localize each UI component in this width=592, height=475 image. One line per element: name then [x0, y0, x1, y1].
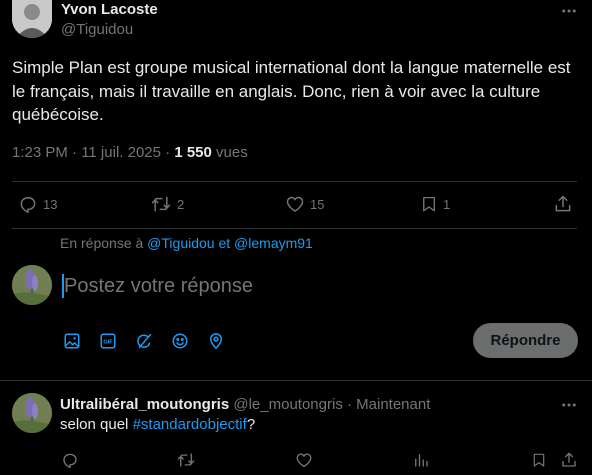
bookmark-icon[interactable] [529, 450, 549, 470]
reply-author-avatar[interactable] [12, 393, 52, 433]
share-icon[interactable] [559, 450, 579, 470]
tweet-text: Simple Plan est groupe musical internati… [12, 58, 571, 124]
more-options-icon[interactable] [556, 0, 582, 22]
reply-count: 13 [43, 196, 58, 212]
reply-text-prefix: selon quel [60, 416, 133, 433]
reply-author-handle[interactable]: @le_moutongris [229, 396, 342, 413]
gif-icon[interactable]: GIF [98, 331, 118, 351]
reply-bubble-icon [18, 194, 38, 214]
share-action[interactable] [553, 194, 573, 214]
location-pin-icon[interactable] [206, 331, 226, 351]
reply-more-options-icon[interactable] [556, 394, 582, 416]
repost-icon [150, 194, 172, 214]
reply-bubble-icon[interactable] [60, 450, 80, 470]
reply-text: selon quel #standardobjectif? [60, 416, 255, 433]
reply-context-handle-2[interactable]: @lemaym91 [234, 235, 313, 251]
bookmark-icon [420, 194, 438, 214]
reply-context-handle-1[interactable]: @Tiguidou [147, 235, 214, 251]
reply-submit-button[interactable]: Répondre [473, 323, 578, 358]
current-user-avatar[interactable] [12, 265, 52, 305]
repost-icon[interactable] [176, 450, 196, 470]
views-chart-icon[interactable] [411, 450, 431, 470]
share-icon [553, 194, 573, 214]
author-avatar[interactable] [12, 0, 52, 38]
svg-text:GIF: GIF [103, 340, 113, 346]
reply-author-name[interactable]: Ultralibéral_moutongris [60, 396, 229, 413]
heart-icon [285, 194, 305, 214]
reply-input[interactable] [62, 270, 562, 302]
divider [12, 181, 577, 182]
reply-timestamp[interactable]: · Maintenant [343, 396, 430, 413]
tweet-detail-view: Yvon Lacoste @Tiguidou Simple Plan est g… [0, 0, 592, 475]
bookmark-action[interactable]: 1 [420, 194, 450, 214]
repost-action[interactable]: 2 [150, 194, 184, 214]
divider [12, 228, 577, 229]
like-action[interactable]: 15 [285, 194, 324, 214]
reply-context-prefix: En réponse à [60, 235, 148, 251]
reply-hashtag[interactable]: #standardobjectif [133, 416, 247, 433]
tweet-timestamp[interactable]: 1:23 PM · 11 juil. 2025 · [12, 144, 174, 161]
author-handle[interactable]: @Tiguidou [61, 21, 133, 38]
repost-count: 2 [177, 196, 185, 212]
tweet-meta: 1:23 PM · 11 juil. 2025 · 1 550 vues [12, 144, 248, 161]
reply-text-suffix: ? [246, 416, 256, 433]
reply-action[interactable]: 13 [18, 194, 57, 214]
views-label: vues [211, 144, 248, 161]
grok-icon[interactable] [134, 331, 154, 351]
reply-context: En réponse à @Tiguidou et @lemaym91 [60, 235, 313, 251]
bookmark-count: 1 [443, 196, 451, 212]
image-icon[interactable] [62, 331, 82, 351]
like-count: 15 [310, 196, 325, 212]
emoji-icon[interactable] [170, 331, 190, 351]
reply-header: Ultralibéral_moutongris @le_moutongris ·… [60, 396, 430, 413]
heart-icon[interactable] [294, 450, 314, 470]
section-separator [0, 380, 592, 381]
views-count: 1 550 [174, 144, 212, 161]
author-name[interactable]: Yvon Lacoste [61, 1, 158, 18]
reply-context-conjunction[interactable]: et [215, 235, 234, 251]
text-caret [62, 274, 64, 298]
